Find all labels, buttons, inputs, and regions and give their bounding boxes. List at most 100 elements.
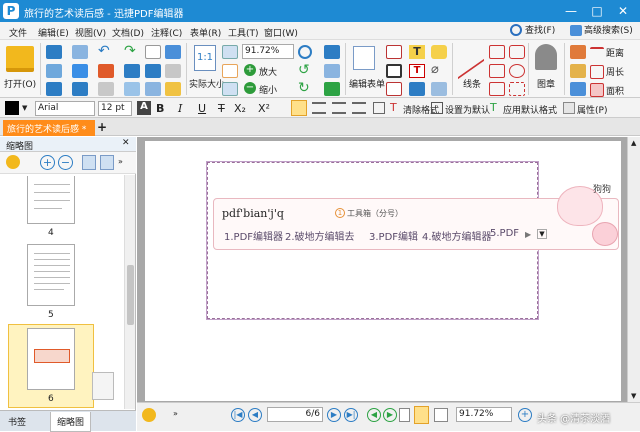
close-button[interactable]: ✕	[612, 2, 634, 20]
menu-comment[interactable]: 注释(C)	[151, 26, 182, 39]
continuous-page-icon[interactable]	[414, 406, 429, 424]
rotate-left-icon[interactable]: ↺	[298, 63, 314, 78]
subscript-button[interactable]: X₂	[234, 102, 246, 115]
new-tab-button[interactable]: +	[97, 120, 107, 134]
document-tab[interactable]: 旅行的艺术读后感 *✕	[3, 120, 95, 144]
open-button[interactable]: 打开(O)	[4, 77, 36, 90]
gear-icon[interactable]	[6, 155, 20, 169]
status-zoom-in-icon[interactable]: +	[518, 408, 532, 422]
scrollbar-thumb[interactable]	[127, 265, 134, 325]
measure-icon[interactable]	[570, 82, 586, 96]
menu-file[interactable]: 文件	[9, 26, 27, 39]
back-icon[interactable]: ◀	[367, 408, 381, 422]
select-icon[interactable]	[124, 82, 140, 96]
perimeter-button[interactable]: 周长	[606, 65, 624, 78]
zoom-in-thumbnail-icon[interactable]: +	[40, 155, 55, 170]
prev-page-icon[interactable]: ◀	[248, 408, 262, 422]
rotate-right-icon[interactable]: ↻	[298, 81, 314, 96]
edit-form-button[interactable]: 编辑表单	[349, 77, 385, 90]
apply-default-button[interactable]: 应用默认格式	[503, 103, 557, 116]
scan-icon[interactable]	[72, 64, 88, 78]
ime-candidate-4[interactable]: 4.破地方编辑器	[422, 228, 492, 243]
extract-page-icon[interactable]	[324, 82, 340, 96]
set-default-button[interactable]: 设置为默认	[445, 103, 490, 116]
polyline-tool-icon[interactable]	[489, 64, 505, 78]
single-page-icon[interactable]	[399, 408, 410, 422]
menu-tools[interactable]: 工具(T)	[228, 26, 259, 39]
text-spacing-icon[interactable]	[373, 102, 385, 114]
note-icon[interactable]	[431, 45, 447, 59]
font-name-select[interactable]: Arial	[35, 101, 95, 116]
insert-page-icon[interactable]	[324, 45, 340, 59]
menu-view[interactable]: 视图(V)	[75, 26, 106, 39]
minimize-button[interactable]: —	[560, 2, 582, 20]
undo-icon[interactable]: ↶	[98, 44, 114, 59]
camera-icon[interactable]	[165, 45, 181, 59]
callout-icon[interactable]: T	[409, 64, 425, 78]
copy-icon[interactable]	[98, 82, 114, 96]
fit-width-icon[interactable]	[222, 64, 238, 78]
maximize-button[interactable]: □	[586, 2, 608, 20]
first-page-icon[interactable]: |◀	[231, 408, 245, 422]
ime-candidate-5[interactable]: 5.PDF	[490, 228, 519, 239]
bold-button[interactable]: B	[156, 102, 164, 115]
zoom-combo[interactable]: 91.72%	[242, 44, 294, 59]
bookmarks-tab[interactable]: 书签	[8, 415, 26, 428]
paste-icon[interactable]	[124, 64, 140, 78]
underline-button[interactable]: U	[198, 102, 206, 115]
rectangle-tool-icon[interactable]	[489, 82, 505, 96]
status-zoom-select[interactable]: 91.72%	[456, 407, 512, 422]
area-button[interactable]: 面积	[606, 84, 624, 97]
status-gear-icon[interactable]	[142, 408, 156, 422]
export-icon[interactable]	[72, 82, 88, 96]
align-left-icon[interactable]	[291, 100, 307, 116]
polygon-tool-icon[interactable]	[509, 45, 525, 59]
font-size-select[interactable]: 12 pt	[98, 101, 132, 116]
page-thumbnail-6[interactable]	[27, 328, 75, 390]
strikethrough-button[interactable]: T	[218, 102, 225, 115]
page-thumbnail-5[interactable]	[27, 244, 75, 306]
text-box-icon[interactable]	[386, 45, 402, 59]
file-attach-icon[interactable]	[431, 82, 447, 96]
line-button[interactable]: 线条	[463, 77, 481, 90]
delete-page-icon[interactable]	[324, 64, 340, 78]
menu-window[interactable]: 窗口(W)	[264, 26, 298, 39]
rotate-page-right-icon[interactable]	[100, 155, 114, 170]
zoom-out-thumbnail-icon[interactable]: −	[58, 155, 73, 170]
zoom-in-button[interactable]: 放大	[259, 65, 277, 78]
ime-expand-icon[interactable]: ▼	[537, 229, 547, 239]
form-field-icon[interactable]	[386, 64, 402, 78]
print-icon[interactable]	[46, 64, 62, 78]
menu-document[interactable]: 文档(D)	[112, 26, 144, 39]
crop-icon[interactable]	[165, 64, 181, 78]
ellipse-tool-icon[interactable]	[509, 64, 525, 78]
panel-close-icon[interactable]: ✕	[122, 138, 130, 148]
page-thumbnail-4[interactable]	[27, 176, 75, 224]
save-icon[interactable]	[46, 45, 62, 59]
italic-button[interactable]: I	[178, 102, 182, 115]
align-right-icon[interactable]	[332, 102, 346, 114]
email-icon[interactable]	[46, 82, 62, 96]
ime-candidate-3[interactable]: 3.PDF编辑	[369, 228, 418, 243]
ime-candidate-2[interactable]: 2.破地方编辑去	[285, 228, 355, 243]
page-number-input[interactable]: 6/6	[267, 407, 323, 422]
ime-candidate-1[interactable]: 1.PDF编辑器	[224, 228, 283, 243]
chevron-down-icon[interactable]: ▼	[22, 104, 27, 112]
facing-page-icon[interactable]	[434, 408, 448, 422]
advanced-search-button[interactable]: 高级搜索(S)	[584, 23, 633, 36]
snapshot-icon[interactable]	[145, 82, 161, 96]
sound-icon[interactable]	[409, 82, 425, 96]
pencil-icon[interactable]	[570, 64, 586, 78]
search-button[interactable]: 查找(F)	[525, 23, 555, 36]
highlight-icon[interactable]	[165, 82, 181, 96]
save-as-icon[interactable]	[72, 45, 88, 59]
menu-edit[interactable]: 编辑(E)	[38, 26, 69, 39]
fit-page-icon[interactable]	[222, 45, 238, 59]
align-center-icon[interactable]	[312, 102, 326, 114]
arrow-tool-icon[interactable]	[489, 45, 505, 59]
text-field-icon[interactable]	[386, 82, 402, 96]
next-page-icon[interactable]: ▶	[327, 408, 341, 422]
properties-button[interactable]: 属性(P)	[577, 103, 607, 116]
more-icon[interactable]: »	[118, 157, 123, 166]
distance-button[interactable]: 距离	[606, 46, 624, 59]
